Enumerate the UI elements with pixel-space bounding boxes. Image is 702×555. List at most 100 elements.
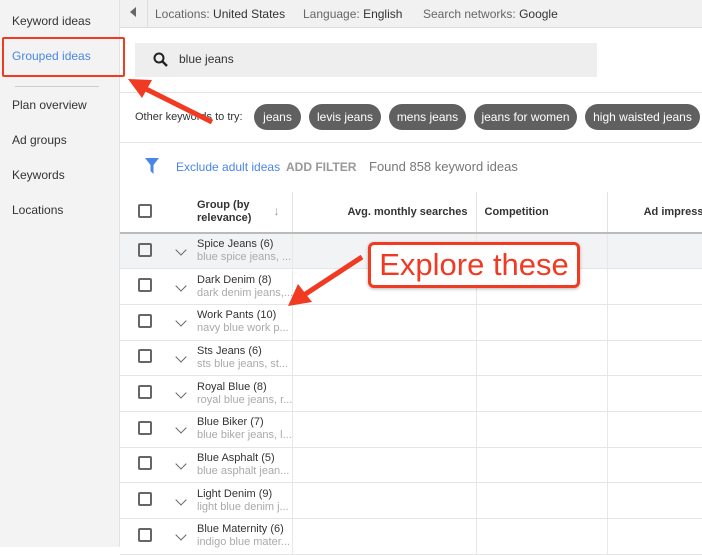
chevron-down-icon[interactable] (175, 529, 187, 542)
ad-impression-cell (607, 482, 702, 519)
group-name[interactable]: Spice Jeans (6) (197, 238, 292, 251)
chevron-down-icon[interactable] (175, 244, 187, 256)
group-keywords: blue biker jeans, l... (197, 429, 292, 442)
chevron-down-icon[interactable] (175, 458, 187, 470)
search-networks-setting[interactable]: Search networks: Google (423, 7, 558, 21)
group-name[interactable]: Blue Asphalt (5) (197, 452, 292, 465)
chip-mens-jeans[interactable]: mens jeans (389, 104, 466, 130)
group-name[interactable]: Light Denim (9) (197, 488, 292, 501)
column-header-group[interactable]: Group (by relevance) ↓ (197, 192, 293, 234)
group-name[interactable]: Dark Denim (8) (197, 274, 292, 287)
row-checkbox[interactable] (138, 492, 152, 507)
chip-jeans-for-women[interactable]: jeans for women (474, 104, 577, 130)
table-row[interactable]: Sts Jeans (6) sts blue jeans, st... (120, 340, 702, 377)
sidebar-item-ad-groups[interactable]: Ad groups (12, 133, 67, 147)
chevron-down-icon[interactable] (175, 422, 187, 434)
competition-cell (476, 518, 608, 555)
competition-cell (476, 411, 608, 448)
chip-jeans[interactable]: jeans (254, 104, 301, 130)
group-keywords: blue spice jeans, ... (197, 251, 292, 264)
row-checkbox[interactable] (138, 349, 152, 364)
chevron-down-icon[interactable] (175, 279, 187, 292)
column-header-avg-monthly-searches[interactable]: Avg. monthly searches (292, 192, 477, 234)
chip-high-waisted-jeans[interactable]: high waisted jeans (585, 104, 700, 130)
group-keywords: sts blue jeans, st... (197, 357, 289, 370)
competition-cell (476, 375, 608, 412)
ad-impression-cell (607, 304, 702, 341)
language-setting[interactable]: Language: English (303, 7, 402, 21)
row-checkbox[interactable] (138, 527, 152, 542)
sidebar-item-locations[interactable]: Locations (12, 203, 63, 217)
ad-impression-cell (607, 340, 702, 377)
row-checkbox[interactable] (138, 385, 152, 400)
add-filter-button[interactable]: ADD FILTER (286, 160, 356, 174)
column-header-ad-impression[interactable]: Ad impression (607, 192, 702, 234)
group-name[interactable]: Work Pants (10) (197, 309, 292, 322)
avg-searches-cell (292, 411, 477, 448)
explore-callout: Explore these (368, 242, 580, 288)
results-count: Found 858 keyword ideas (369, 159, 518, 174)
row-checkbox[interactable] (138, 242, 152, 257)
chevron-down-icon[interactable] (175, 315, 187, 327)
ad-impression-cell (607, 233, 702, 270)
chevron-down-icon[interactable] (175, 493, 187, 506)
chevron-down-icon[interactable] (175, 386, 187, 399)
group-name[interactable]: Royal Blue (8) (197, 381, 292, 394)
column-header-competition[interactable]: Competition (476, 192, 608, 234)
avg-searches-cell (292, 340, 477, 377)
ad-impression-cell (607, 447, 702, 484)
filter-icon[interactable] (145, 158, 159, 174)
row-checkbox[interactable] (138, 278, 152, 293)
sidebar-divider (15, 86, 99, 87)
row-checkbox[interactable] (138, 420, 152, 435)
avg-searches-cell (292, 304, 477, 341)
divider (120, 92, 702, 93)
table-row[interactable]: Blue Asphalt (5) blue asphalt jean... (120, 447, 702, 484)
group-name[interactable]: Blue Biker (7) (197, 416, 292, 429)
ad-impression-cell (607, 518, 702, 555)
row-checkbox[interactable] (138, 313, 152, 328)
group-keywords: navy blue work p... (197, 322, 289, 335)
search-icon (153, 52, 168, 67)
avg-searches-cell (292, 482, 477, 519)
row-checkbox[interactable] (138, 456, 152, 471)
ad-impression-cell (607, 375, 702, 412)
sidebar-item-keywords[interactable]: Keywords (12, 168, 65, 182)
chip-levis-jeans[interactable]: levis jeans (309, 104, 381, 130)
group-keywords: indigo blue mater... (197, 536, 290, 549)
group-keywords: royal blue jeans, r... (197, 393, 292, 406)
search-input[interactable] (179, 52, 479, 66)
other-keywords-label: Other keywords to try: (135, 111, 243, 123)
sidebar-item-keyword-ideas[interactable]: Keyword ideas (12, 14, 91, 28)
table-row[interactable]: Royal Blue (8) royal blue jeans, r... (120, 375, 702, 412)
search-box[interactable] (135, 43, 597, 77)
highlight-box (2, 37, 125, 77)
chevron-down-icon[interactable] (175, 351, 187, 363)
divider (120, 142, 702, 143)
sidebar: Keyword ideas Grouped ideas Plan overvie… (0, 0, 120, 547)
table-row[interactable]: Blue Biker (7) blue biker jeans, l... (120, 411, 702, 448)
ad-impression-cell (607, 268, 702, 305)
top-bar: Locations: United States Language: Engli… (120, 0, 702, 28)
competition-cell (476, 482, 608, 519)
group-keywords: dark denim jeans,... (197, 286, 292, 299)
ad-impression-cell (607, 411, 702, 448)
group-name[interactable]: Blue Maternity (6) (197, 523, 292, 536)
competition-cell (476, 340, 608, 377)
competition-cell (476, 447, 608, 484)
sidebar-item-plan-overview[interactable]: Plan overview (12, 98, 87, 112)
group-keywords: light blue denim j... (197, 500, 289, 513)
avg-searches-cell (292, 518, 477, 555)
competition-cell (476, 304, 608, 341)
exclude-adult-ideas-link[interactable]: Exclude adult ideas (176, 160, 280, 174)
table-row[interactable]: Blue Maternity (6) indigo blue mater... (120, 518, 702, 555)
avg-searches-cell (292, 447, 477, 484)
group-name[interactable]: Sts Jeans (6) (197, 345, 292, 358)
collapse-sidebar-button[interactable] (120, 0, 148, 28)
table-row[interactable]: Light Denim (9) light blue denim j... (120, 482, 702, 519)
table-row[interactable]: Work Pants (10) navy blue work p... (120, 304, 702, 341)
select-all-checkbox[interactable] (138, 203, 152, 218)
avg-searches-cell (292, 375, 477, 412)
sort-arrow-icon: ↓ (273, 204, 280, 218)
locations-setting[interactable]: Locations: United States (155, 7, 285, 21)
